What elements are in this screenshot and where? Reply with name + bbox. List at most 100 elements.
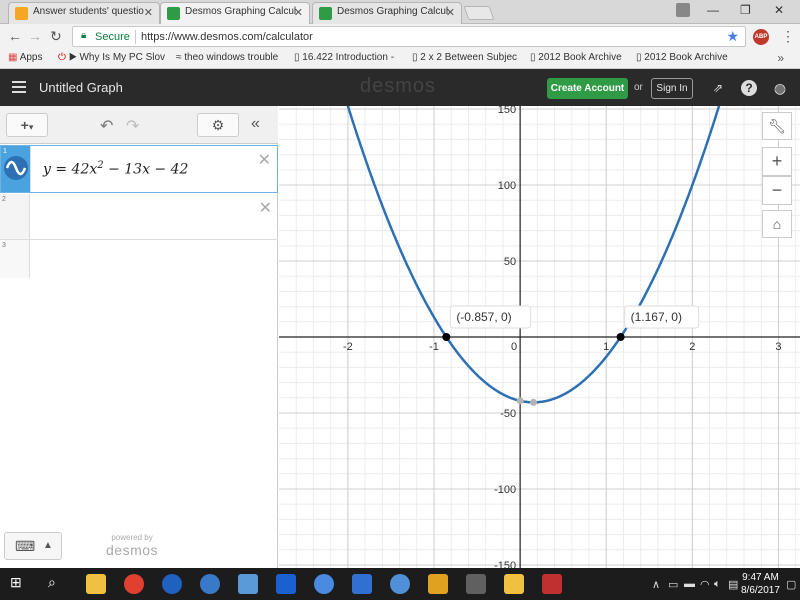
back-arrow-icon[interactable]: ←	[8, 28, 22, 44]
browser-tab-2[interactable]: Desmos Graphing Calcul ✕	[160, 2, 310, 25]
zoom-out-button[interactable]: −	[762, 176, 792, 205]
home-default-view-icon[interactable]: ⌂	[762, 210, 792, 238]
y-tick-label: 100	[498, 180, 516, 192]
tab-title: Desmos Graphing Calcul	[337, 6, 449, 17]
chrome-icon[interactable]	[124, 574, 144, 594]
collapse-panel-icon[interactable]: «	[251, 115, 260, 133]
expression-list: +▾ ↶ ↷ ⚙ « 1 y = 42x2 − 13x − 42 ✕ 2 ✕ 3…	[0, 106, 278, 568]
expression-row-tab: 2	[0, 194, 30, 239]
settings-gear-icon[interactable]: ⚙	[197, 113, 239, 137]
x-tick-label: 2	[689, 341, 695, 353]
windows-start-icon[interactable]: ⊞	[10, 574, 30, 594]
x-tick-label: 1	[603, 341, 609, 353]
help-icon[interactable]: ?	[741, 80, 757, 96]
bookmark-item[interactable]: ▯ 16.422 Introduction -	[294, 52, 394, 63]
page-icon: ▯	[530, 52, 536, 63]
bookmark-apps[interactable]: ▦ Apps	[8, 52, 42, 63]
expression-row-2[interactable]: 2 ✕	[0, 194, 278, 240]
powered-by-logo: desmos	[106, 542, 159, 558]
close-tab-icon[interactable]: ✕	[294, 6, 303, 19]
new-tab-button[interactable]	[463, 6, 495, 20]
point-label: (1.167, 0)	[631, 310, 682, 324]
expression-row-tab[interactable]: 1	[1, 146, 31, 192]
app-icon[interactable]	[162, 574, 182, 594]
apps-grid-icon: ▦	[8, 52, 18, 63]
close-window-button[interactable]: ✕	[774, 3, 784, 17]
expression-math[interactable]: y = 42x2 − 13x − 42	[43, 160, 188, 178]
more-bookmarks-icon[interactable]: »	[777, 51, 784, 65]
clock-date: 8/6/2017	[741, 585, 780, 596]
graph-settings-wrench-icon[interactable]: 🔧︎	[762, 112, 792, 140]
windows-taskbar: ⊞ ⌕ ∧ ▭ ▬ ◠ 🔈︎ ▤ 9:47 AM 8/6/2017 ▢	[0, 568, 800, 600]
zoom-in-button[interactable]: +	[762, 147, 792, 176]
bookmark-star-icon[interactable]: ★	[726, 28, 739, 45]
browser-tab-3[interactable]: Desmos Graphing Calcul ✕	[312, 2, 462, 24]
bookmark-item[interactable]: ▯ 2012 Book Archive	[636, 52, 728, 63]
create-account-button[interactable]: Create Account	[547, 78, 628, 99]
tray-chevron-icon[interactable]: ∧	[652, 578, 660, 591]
adblock-extension-icon[interactable]: ABP	[753, 29, 769, 45]
expression-row-3[interactable]: 3	[0, 240, 278, 278]
add-item-button[interactable]: +▾	[6, 113, 48, 137]
volume-icon[interactable]: 🔈︎	[714, 578, 721, 591]
undo-icon[interactable]: ↶	[100, 116, 113, 136]
bookmark-item[interactable]: ≈ theo windows trouble	[176, 52, 278, 63]
x-tick-label: -2	[343, 341, 353, 353]
chegg-favicon-icon	[15, 7, 28, 20]
or-text: or	[634, 82, 643, 93]
app-icon[interactable]	[314, 574, 334, 594]
graph-paper[interactable]: -2 -1 0 1 2 3 150 100 50 -50 -100 -150 (-0.857, 0) (1…	[279, 106, 800, 568]
desmos-logo: desmos	[360, 75, 437, 97]
graph-title[interactable]: Untitled Graph	[39, 80, 123, 95]
app-icon[interactable]	[428, 574, 448, 594]
hamburger-menu-icon[interactable]	[12, 81, 26, 96]
graph-canvas[interactable]: -2 -1 0 1 2 3 150 100 50 -50 -100 -150 (-0.857, 0) (1…	[279, 106, 800, 568]
forward-arrow-icon[interactable]: →	[28, 28, 42, 44]
browser-tab-1[interactable]: Answer students' questio ✕	[8, 2, 160, 24]
redo-icon[interactable]: ↷	[126, 116, 139, 136]
search-icon[interactable]: ⌕	[48, 574, 68, 594]
app-icon[interactable]	[238, 574, 258, 594]
vertex-point	[529, 398, 537, 406]
close-tab-icon[interactable]: ✕	[446, 6, 455, 19]
malwarebytes-icon[interactable]	[276, 574, 296, 594]
powered-by-desmos[interactable]: powered by desmos	[106, 533, 158, 558]
expression-row-1[interactable]: 1 y = 42x2 − 13x − 42 ✕	[0, 145, 278, 193]
language-globe-icon[interactable]: ◍	[772, 80, 788, 96]
delete-expression-icon[interactable]: ✕	[258, 150, 271, 170]
app-icon[interactable]	[504, 574, 524, 594]
bookmark-item[interactable]: ▯ 2012 Book Archive	[530, 52, 622, 63]
file-explorer-icon[interactable]	[86, 574, 106, 594]
reload-icon[interactable]: ↻	[50, 28, 62, 45]
sign-in-button[interactable]: Sign In	[651, 78, 693, 99]
minimize-button[interactable]: —	[707, 3, 719, 17]
app-icon[interactable]	[200, 574, 220, 594]
network-icon[interactable]: ◠	[700, 578, 710, 591]
bookmark-item[interactable]: ▯ 2 x 2 Between Subjec	[412, 52, 517, 63]
tray-app-icon[interactable]: ▭	[668, 578, 678, 591]
keyboard-layout-icon[interactable]: ▤	[728, 578, 738, 591]
close-tab-icon[interactable]: ✕	[144, 6, 153, 19]
page-icon: ▯	[294, 52, 300, 63]
battery-icon[interactable]: ▬	[684, 578, 695, 590]
keyboard-toggle-button[interactable]: ⌨ ▲	[4, 532, 62, 560]
delete-expression-icon[interactable]: ✕	[259, 198, 272, 218]
app-icon[interactable]	[466, 574, 486, 594]
x-tick-label: 0	[511, 341, 517, 353]
curve-color-icon[interactable]	[4, 156, 28, 180]
app-icon[interactable]	[352, 574, 372, 594]
notifications-icon[interactable]: ▢	[786, 578, 796, 591]
app-icon[interactable]	[542, 574, 562, 594]
row-number: 3	[2, 242, 6, 249]
url-text[interactable]: https://www.desmos.com/calculator	[141, 31, 313, 43]
browser-menu-icon[interactable]: ⋮	[781, 28, 795, 45]
bookmark-item[interactable]: ⏻ ▶ Why Is My PC Slov	[58, 52, 165, 63]
magnifier-icon[interactable]	[390, 574, 410, 594]
restore-button[interactable]: ❐	[740, 3, 751, 17]
share-icon[interactable]: ⇗	[710, 80, 726, 96]
system-clock[interactable]: 9:47 AM 8/6/2017	[741, 571, 780, 597]
profile-icon[interactable]	[676, 3, 690, 17]
power-icon: ⏻	[58, 52, 66, 63]
address-bar[interactable]: 🔒︎ Secure https://www.desmos.com/calcula…	[72, 26, 746, 47]
lock-icon: 🔒︎	[81, 30, 87, 41]
